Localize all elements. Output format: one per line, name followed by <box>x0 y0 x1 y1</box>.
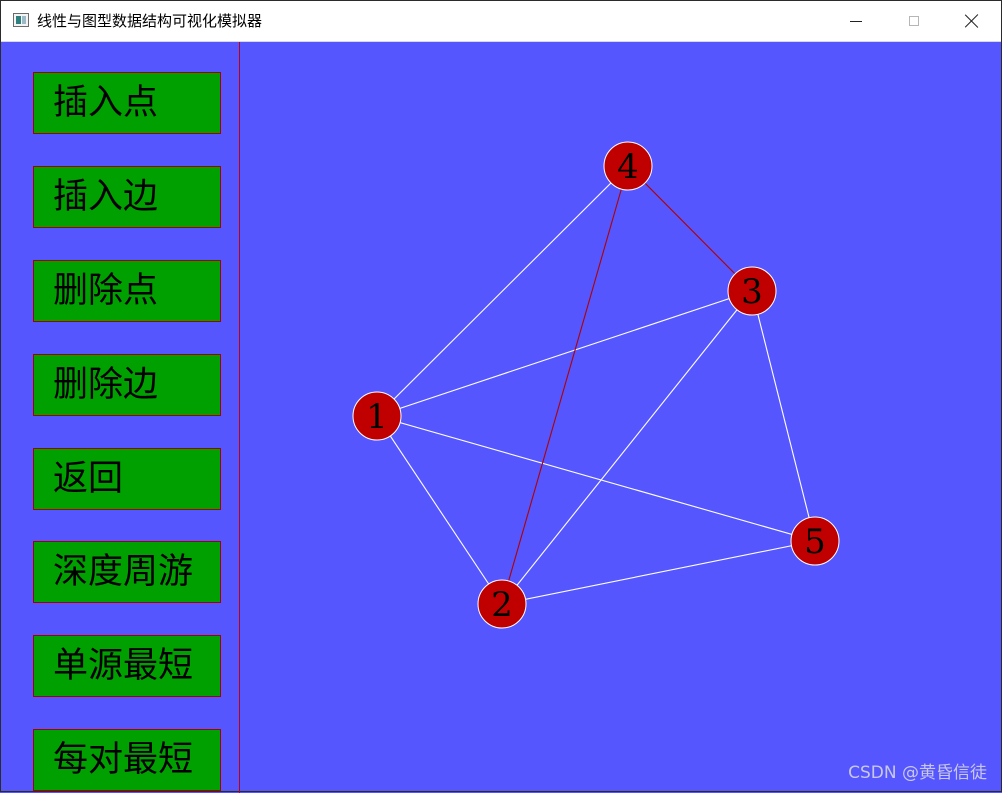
dfs-traversal-button[interactable]: 深度周游 <box>33 541 221 603</box>
close-icon <box>965 14 979 28</box>
graph-edge-3-4[interactable] <box>627 165 753 292</box>
graph-edge-2-4[interactable] <box>501 165 629 605</box>
graph-edge-1-3[interactable] <box>376 290 753 417</box>
minimize-icon <box>850 20 862 22</box>
graph-node-label: 4 <box>617 147 639 187</box>
window-title: 线性与图型数据结构可视化模拟器 <box>37 12 263 30</box>
graph-node-4[interactable]: 4 <box>603 141 653 191</box>
single-source-shortest-button[interactable]: 单源最短 <box>33 635 221 697</box>
graph-node-3[interactable]: 3 <box>727 266 777 316</box>
graph-canvas[interactable]: 1 2 3 4 5 <box>240 42 1001 791</box>
app-window: 线性与图型数据结构可视化模拟器 插入点 插入边 删除点 删除边 返回 深度周游 … <box>0 0 1002 793</box>
graph-edge-2-3[interactable] <box>501 290 753 605</box>
graph-node-label: 1 <box>366 397 388 437</box>
graph-edge-1-2[interactable] <box>376 415 503 605</box>
maximize-icon <box>909 16 919 26</box>
close-button[interactable] <box>943 1 1001 41</box>
graph-node-label: 2 <box>491 585 513 625</box>
minimize-button[interactable] <box>827 1 885 41</box>
app-icon <box>13 13 29 27</box>
graph-node-2[interactable]: 2 <box>477 579 527 629</box>
maximize-button[interactable] <box>885 1 943 41</box>
graph-svg[interactable]: 1 2 3 4 5 <box>240 42 1001 791</box>
delete-edge-button[interactable]: 删除边 <box>33 354 221 416</box>
graph-edge-2-5[interactable] <box>501 540 816 605</box>
graph-edge-1-5[interactable] <box>376 415 816 542</box>
all-pairs-shortest-button[interactable]: 每对最短 <box>33 729 221 791</box>
graph-node-label: 3 <box>741 272 763 312</box>
back-button[interactable]: 返回 <box>33 448 221 510</box>
graph-edge-1-4[interactable] <box>376 165 629 417</box>
title-bar[interactable]: 线性与图型数据结构可视化模拟器 <box>1 1 1001 42</box>
watermark: CSDN @黄昏信徒 <box>848 763 987 783</box>
graph-node-5[interactable]: 5 <box>790 516 840 566</box>
graph-edge-3-5[interactable] <box>751 290 816 542</box>
graph-node-1[interactable]: 1 <box>352 391 402 441</box>
delete-node-button[interactable]: 删除点 <box>33 260 221 322</box>
graph-node-label: 5 <box>804 522 826 562</box>
sidebar-menu: 插入点 插入边 删除点 删除边 返回 深度周游 单源最短 每对最短 <box>1 42 240 793</box>
insert-edge-button[interactable]: 插入边 <box>33 166 221 228</box>
insert-node-button[interactable]: 插入点 <box>33 72 221 134</box>
